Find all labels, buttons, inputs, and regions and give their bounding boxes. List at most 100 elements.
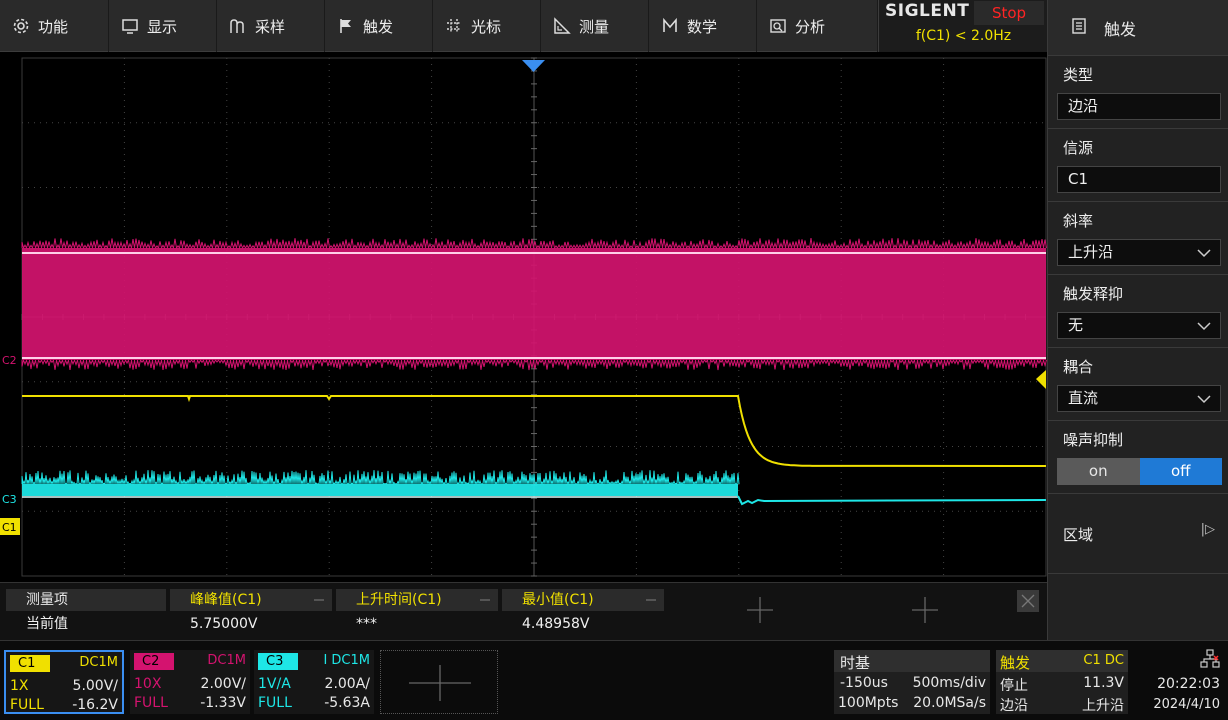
trigger-status-slope: 上升沿 [1082,698,1124,714]
channel-scale: 5.00V/ [72,678,118,694]
trigger-source-section: 信源 C1 [1048,128,1228,201]
channel-1-marker[interactable]: C1 [0,518,20,535]
channel-3-marker[interactable]: C3 [2,493,17,506]
noise-reject-toggle[interactable]: on off [1057,458,1222,485]
channel-coupling: DC1M [207,653,246,668]
menu-label: 数学 [687,17,718,36]
clock-area: 20:22:03 2024/4/10 [1132,645,1226,719]
network-icon[interactable] [1200,649,1220,669]
menu-label: 分析 [795,17,826,36]
monitor-icon [121,17,139,35]
trigger-coupling-section: 耦合 直流 [1048,347,1228,420]
trigger-coupling-value: 直流 [1068,389,1099,407]
menu-math[interactable]: 数学 [649,0,757,52]
zone-label: 区域 [1063,526,1094,544]
timebase-memory: 100Mpts [838,695,899,711]
trigger-holdoff-value: 无 [1068,316,1084,334]
measure-header-label: 测量项 [6,589,166,611]
trigger-slope-select[interactable]: 上升沿 [1057,239,1221,266]
trigger-source-field[interactable]: C1 [1057,166,1221,193]
sample-icon [229,17,247,35]
svg-text:C3: C3 [2,493,17,506]
analysis-icon [769,17,787,35]
menu-cursor[interactable]: 光标 [433,0,541,52]
measure-value: *** [356,616,377,632]
channel-2-marker[interactable]: C2 [2,354,17,367]
trigger-slope-label: 斜率 [1063,212,1094,230]
trigger-settings-panel: 触发 类型 边沿 信源 C1 斜率 上升沿 触发释抑 无 耦合 直流 噪声抑制 … [1047,0,1228,640]
timebase-scale: 500ms/div [912,675,986,691]
menu-label: 显示 [147,17,178,36]
status-bar: C1 DC1M 1X 5.00V/ FULL -16.2V C2 DC1M 10… [0,640,1228,720]
zone-section[interactable]: 区域 |▷ [1048,493,1228,573]
waveform-display[interactable]: C2 C3 C1 [0,52,1047,582]
add-channel-slot[interactable] [380,650,498,714]
menu-display[interactable]: 显示 [109,0,217,52]
measure-value: 4.48958V [522,616,590,632]
timebase-box[interactable]: 时基 -150us 500ms/div 100Mpts 20.0MSa/s [834,650,990,714]
menu-analysis[interactable]: 分析 [757,0,878,52]
measure-value: 5.75000V [190,616,258,632]
trigger-type-section: 类型 边沿 [1048,55,1228,128]
trigger-status-title: 触发 [1000,654,1031,672]
channel-1-box[interactable]: C1 DC1M 1X 5.00V/ FULL -16.2V [4,650,124,714]
panel-header: 触发 [1048,0,1228,55]
chevron-down-icon [1197,249,1211,258]
menu-list-icon[interactable] [1072,17,1086,38]
trigger-coupling-select[interactable]: 直流 [1057,385,1221,412]
trigger-source-label: 信源 [1063,139,1094,157]
run-stop-status[interactable]: Stop [974,1,1044,25]
trigger-status-mode: 停止 [1000,678,1028,694]
noise-on-option[interactable]: on [1057,458,1140,485]
trigger-frequency: f(C1) < 2.0Hz [915,28,1012,44]
channel-scale: 2.00V/ [200,676,246,692]
channel-coupling: I DC1M [323,653,370,668]
trigger-slope-section: 斜率 上升沿 [1048,201,1228,274]
channel-tag: C3 [258,653,298,670]
menu-function[interactable]: 功能 [0,0,109,52]
channel-scale: 2.00A/ [324,676,370,692]
clock-date: 2024/4/10 [1153,697,1220,712]
measure-row-labels: 测量项 当前值 [6,589,166,637]
menu-measure[interactable]: 测量 [541,0,649,52]
close-icon[interactable] [1017,590,1039,612]
menu-trigger[interactable]: 触发 [325,0,433,52]
channel-probe: 1V/A [258,676,291,692]
add-measure-icon[interactable] [910,595,940,625]
menu-label: 功能 [38,17,69,36]
channel-offset: -1.33V [200,695,246,711]
measure-item-2[interactable]: 上升时间(C1) *** [336,589,498,637]
svg-text:C1: C1 [2,521,17,534]
panel-empty-section [1048,573,1228,640]
channel-probe: 10X [134,676,162,692]
channel-offset: -16.2V [72,697,118,713]
trigger-status-box[interactable]: 触发 C1 DC 停止 11.3V 边沿 上升沿 [996,650,1128,714]
top-menu-bar: 功能 显示 采样 触发 光标 测量 数学 分析 SIGLENT Stop f(C… [0,0,1047,52]
svg-text:C2: C2 [2,354,17,367]
add-measure-icon[interactable] [745,595,775,625]
channel-offset: -5.63A [324,695,370,711]
channel-2-box[interactable]: C2 DC1M 10X 2.00V/ FULL -1.33V [130,650,250,714]
trigger-holdoff-section: 触发释抑 无 [1048,274,1228,347]
channel-3-box[interactable]: C3 I DC1M 1V/A 2.00A/ FULL -5.63A [254,650,374,714]
panel-title: 触发 [1104,19,1137,39]
measure-name: 峰峰值(C1) [170,589,332,611]
measure-item-3[interactable]: 最小值(C1) 4.48958V [502,589,664,637]
measure-item-1[interactable]: 峰峰值(C1) 5.75000V [170,589,332,637]
clock-time: 20:22:03 [1157,676,1220,692]
expand-arrow-icon: |▷ [1200,522,1215,537]
menu-label: 测量 [579,17,610,36]
chevron-down-icon [1197,395,1211,404]
trigger-type-field[interactable]: 边沿 [1057,93,1221,120]
channel-tag: C2 [134,653,174,670]
flag-icon [337,17,355,35]
noise-off-option[interactable]: off [1139,458,1222,485]
trigger-slope-value: 上升沿 [1068,243,1114,261]
trigger-coupling-label: 耦合 [1063,358,1094,376]
chevron-down-icon [1197,322,1211,331]
trigger-holdoff-select[interactable]: 无 [1057,312,1221,339]
menu-acquire[interactable]: 采样 [217,0,325,52]
channel-bandwidth: FULL [134,695,168,711]
brand-status-area: SIGLENT Stop f(C1) < 2.0Hz [878,0,1047,52]
trigger-status-type: 边沿 [1000,698,1028,714]
